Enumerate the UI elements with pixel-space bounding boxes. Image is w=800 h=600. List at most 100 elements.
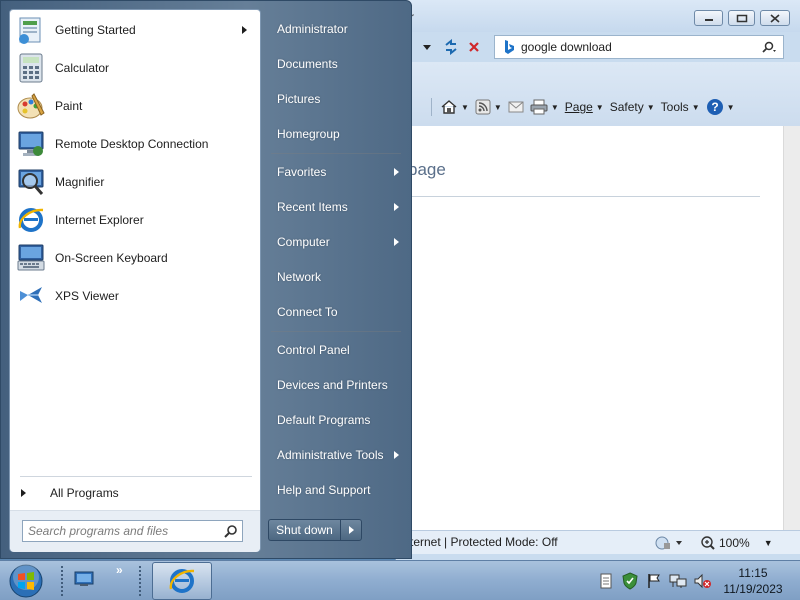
- zoom-icon: [701, 536, 715, 550]
- right-item-control-panel[interactable]: Control Panel: [264, 335, 407, 365]
- all-programs-button[interactable]: All Programs: [11, 482, 259, 504]
- right-item-label: Devices and Printers: [277, 378, 388, 392]
- search-icon: [762, 41, 776, 53]
- help-icon: ?: [706, 99, 723, 115]
- document-icon[interactable]: [594, 570, 618, 592]
- ie-titlebar[interactable]: r: [396, 0, 800, 32]
- right-item-favorites[interactable]: Favorites: [264, 157, 407, 187]
- close-button[interactable]: [760, 10, 790, 26]
- submenu-arrow-icon: [394, 451, 399, 459]
- clock-date: 11/19/2023: [723, 582, 783, 596]
- right-item-documents[interactable]: Documents: [264, 49, 407, 79]
- home-button[interactable]: ▼: [437, 96, 472, 118]
- right-item-computer[interactable]: Computer: [264, 227, 407, 257]
- vertical-scrollbar[interactable]: [783, 126, 800, 530]
- close-icon: [770, 13, 780, 23]
- right-item-administrator[interactable]: Administrator: [264, 14, 407, 44]
- refresh-icon: [445, 39, 457, 55]
- right-item-default-programs[interactable]: Default Programs: [264, 405, 407, 435]
- clock[interactable]: 11:15 11/19/2023: [714, 565, 792, 597]
- programs-pane: Getting Started Calculator Paint Remote …: [9, 9, 261, 552]
- print-button[interactable]: ▼: [527, 96, 562, 118]
- maximize-button[interactable]: [728, 10, 755, 26]
- program-xps-viewer[interactable]: XPS Viewer: [11, 278, 259, 314]
- start-button[interactable]: [6, 562, 46, 600]
- search-icon[interactable]: [220, 521, 242, 541]
- remote-desktop-icon: [14, 127, 48, 161]
- search-button[interactable]: [753, 37, 783, 57]
- network-icon[interactable]: [666, 570, 690, 592]
- program-label: Paint: [55, 99, 83, 113]
- quicklaunch-overflow[interactable]: »: [116, 563, 123, 577]
- right-item-label: Help and Support: [277, 483, 371, 497]
- taskbar-grip[interactable]: [138, 565, 143, 597]
- svg-text:?: ?: [711, 100, 718, 114]
- xps-viewer-icon: [14, 279, 48, 313]
- program-label: On-Screen Keyboard: [55, 251, 168, 265]
- rss-feed-icon: [475, 99, 491, 115]
- search-bar[interactable]: google download: [494, 35, 784, 59]
- desktop-icon: [74, 571, 94, 586]
- tools-menu[interactable]: Tools ▼: [658, 96, 703, 118]
- read-mail-button[interactable]: [505, 96, 527, 118]
- taskbar-internet-explorer[interactable]: [152, 562, 212, 600]
- chevron-down-icon: ▼: [763, 538, 773, 548]
- show-desktop-quicklaunch[interactable]: [72, 568, 96, 590]
- windows-logo-icon: [9, 564, 43, 598]
- right-item-homegroup[interactable]: Homegroup: [264, 119, 407, 149]
- page-menu[interactable]: Page ▼: [562, 96, 607, 118]
- minimize-button[interactable]: [694, 10, 723, 26]
- command-bar: ▼ ▼ ▼ Page ▼ Safety ▼ Tools ▼ ? ▼: [396, 62, 800, 126]
- right-item-label: Documents: [277, 57, 338, 71]
- shutdown-options-button[interactable]: [340, 519, 362, 541]
- help-button[interactable]: ? ▼: [703, 96, 738, 118]
- calculator-icon: [14, 51, 48, 85]
- internet-explorer-icon: [169, 569, 195, 593]
- zoom-button[interactable]: 100% ▼: [700, 533, 773, 553]
- right-item-recent-items[interactable]: Recent Items: [264, 192, 407, 222]
- all-programs-label: All Programs: [50, 486, 119, 500]
- minimize-icon: [704, 19, 713, 21]
- search-query[interactable]: google download: [521, 40, 753, 54]
- action-center-flag-icon[interactable]: [642, 570, 666, 592]
- start-search-box[interactable]: [22, 520, 243, 542]
- command-separator: [431, 98, 432, 116]
- right-item-label: Control Panel: [277, 343, 350, 357]
- shutdown-button[interactable]: Shut down: [268, 519, 340, 541]
- zoom-level: 100%: [719, 536, 750, 550]
- status-bar: ternet | Protected Mode: Off 100% ▼: [396, 530, 800, 554]
- refresh-button[interactable]: [440, 36, 462, 58]
- right-item-connect-to[interactable]: Connect To: [264, 297, 407, 327]
- right-item-help-and-support[interactable]: Help and Support: [264, 475, 407, 505]
- search-input[interactable]: [28, 522, 220, 540]
- program-on-screen-keyboard[interactable]: On-Screen Keyboard: [11, 240, 259, 276]
- program-magnifier[interactable]: Magnifier: [11, 164, 259, 200]
- stop-button[interactable]: [464, 36, 484, 58]
- program-paint[interactable]: Paint: [11, 88, 259, 124]
- submenu-arrow-icon: [394, 168, 399, 176]
- taskbar: » 11:15 11/19/2023: [0, 560, 800, 600]
- paint-icon: [14, 89, 48, 123]
- program-label: Getting Started: [55, 23, 136, 37]
- right-item-network[interactable]: Network: [264, 262, 407, 292]
- arrow-right-icon: [348, 526, 354, 534]
- security-status-button[interactable]: [654, 533, 694, 553]
- safety-menu-label: Safety: [609, 100, 644, 114]
- program-remote-desktop[interactable]: Remote Desktop Connection: [11, 126, 259, 162]
- right-item-pictures[interactable]: Pictures: [264, 84, 407, 114]
- right-item-label: Connect To: [277, 305, 338, 319]
- page-heading: page: [408, 160, 446, 179]
- security-shield-icon[interactable]: [618, 570, 642, 592]
- volume-muted-icon[interactable]: [690, 570, 714, 592]
- shutdown-label: Shut down: [276, 523, 333, 537]
- program-getting-started[interactable]: Getting Started: [11, 12, 259, 48]
- right-item-label: Administrative Tools: [277, 448, 384, 462]
- program-calculator[interactable]: Calculator: [11, 50, 259, 86]
- address-dropdown-button[interactable]: [418, 36, 436, 58]
- program-internet-explorer[interactable]: Internet Explorer: [11, 202, 259, 238]
- taskbar-grip[interactable]: [60, 565, 65, 597]
- safety-menu[interactable]: Safety ▼: [607, 96, 658, 118]
- right-item-devices-and-printers[interactable]: Devices and Printers: [264, 370, 407, 400]
- right-item-administrative-tools[interactable]: Administrative Tools: [264, 440, 407, 470]
- feeds-button[interactable]: ▼: [472, 96, 505, 118]
